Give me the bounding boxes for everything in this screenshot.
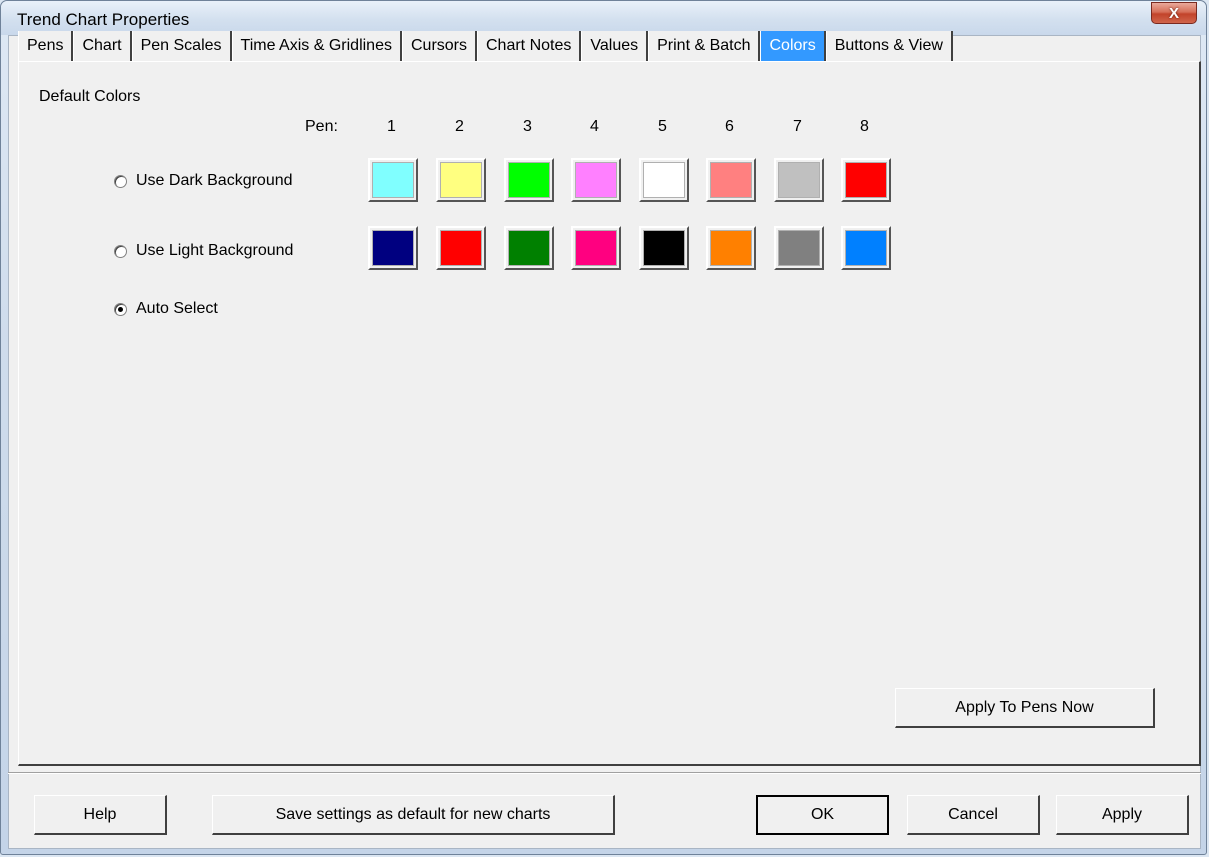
pen-number-3: 3 <box>523 118 532 135</box>
footer-separator <box>8 772 1201 774</box>
dark-pen-4-swatch[interactable] <box>571 158 621 202</box>
dark-pen-8-swatch[interactable] <box>841 158 891 202</box>
ok-button[interactable]: OK <box>756 795 889 835</box>
tab-pens[interactable]: Pens <box>18 31 74 61</box>
dark-pen-2-swatch[interactable] <box>436 158 486 202</box>
dialog-title: Trend Chart Properties <box>17 10 190 29</box>
light-background-radio[interactable] <box>114 245 127 258</box>
pen-number-5: 5 <box>658 118 667 135</box>
save-default-button[interactable]: Save settings as default for new charts <box>212 795 615 835</box>
tab-pen-scales[interactable]: Pen Scales <box>131 31 232 61</box>
tab-values[interactable]: Values <box>581 31 649 61</box>
colors-tab-panel: Default Colors Pen: 1 2 3 4 5 6 7 8 Use … <box>18 61 1201 766</box>
pen-number-6: 6 <box>725 118 734 135</box>
default-colors-label: Default Colors <box>39 88 141 105</box>
light-pen-1-swatch[interactable] <box>368 226 418 270</box>
dark-pen-3-swatch[interactable] <box>504 158 554 202</box>
close-button[interactable]: X <box>1151 2 1197 24</box>
light-pen-2-swatch[interactable] <box>436 226 486 270</box>
light-pen-3-swatch[interactable] <box>504 226 554 270</box>
dark-pen-1-swatch[interactable] <box>368 158 418 202</box>
pen-number-4: 4 <box>590 118 599 135</box>
apply-button[interactable]: Apply <box>1056 795 1189 835</box>
apply-to-pens-now-button[interactable]: Apply To Pens Now <box>895 688 1155 728</box>
tab-time-axis-gridlines[interactable]: Time Axis & Gridlines <box>231 31 402 61</box>
light-background-label[interactable]: Use Light Background <box>136 242 293 260</box>
dark-pen-7-swatch[interactable] <box>774 158 824 202</box>
close-icon: X <box>1168 4 1179 22</box>
title-bar[interactable]: Trend Chart Properties X <box>1 1 1206 35</box>
light-pen-6-swatch[interactable] <box>706 226 756 270</box>
dark-pen-6-swatch[interactable] <box>706 158 756 202</box>
auto-select-label[interactable]: Auto Select <box>136 300 218 318</box>
tab-chart-notes[interactable]: Chart Notes <box>477 31 582 61</box>
pen-number-2: 2 <box>455 118 464 135</box>
tab-cursors[interactable]: Cursors <box>401 31 477 61</box>
properties-dialog: Trend Chart Properties X Pens Chart Pen … <box>0 0 1207 855</box>
dark-background-radio[interactable] <box>114 175 127 188</box>
pen-number-7: 7 <box>793 118 802 135</box>
tab-strip: Pens Chart Pen Scales Time Axis & Gridli… <box>18 31 953 61</box>
tab-buttons-view[interactable]: Buttons & View <box>825 31 953 61</box>
light-pen-4-swatch[interactable] <box>571 226 621 270</box>
cancel-button[interactable]: Cancel <box>907 795 1040 835</box>
dark-pen-5-swatch[interactable] <box>639 158 689 202</box>
light-pen-8-swatch[interactable] <box>841 226 891 270</box>
light-pen-5-swatch[interactable] <box>639 226 689 270</box>
light-pen-7-swatch[interactable] <box>774 226 824 270</box>
pen-number-8: 8 <box>860 118 869 135</box>
pen-number-1: 1 <box>387 118 396 135</box>
tab-colors[interactable]: Colors <box>760 31 826 61</box>
tab-chart[interactable]: Chart <box>73 31 132 61</box>
help-button[interactable]: Help <box>34 795 167 835</box>
auto-select-radio[interactable] <box>114 303 127 316</box>
dark-background-label[interactable]: Use Dark Background <box>136 172 293 190</box>
tab-print-batch[interactable]: Print & Batch <box>648 31 761 61</box>
pen-label: Pen: <box>305 118 338 135</box>
